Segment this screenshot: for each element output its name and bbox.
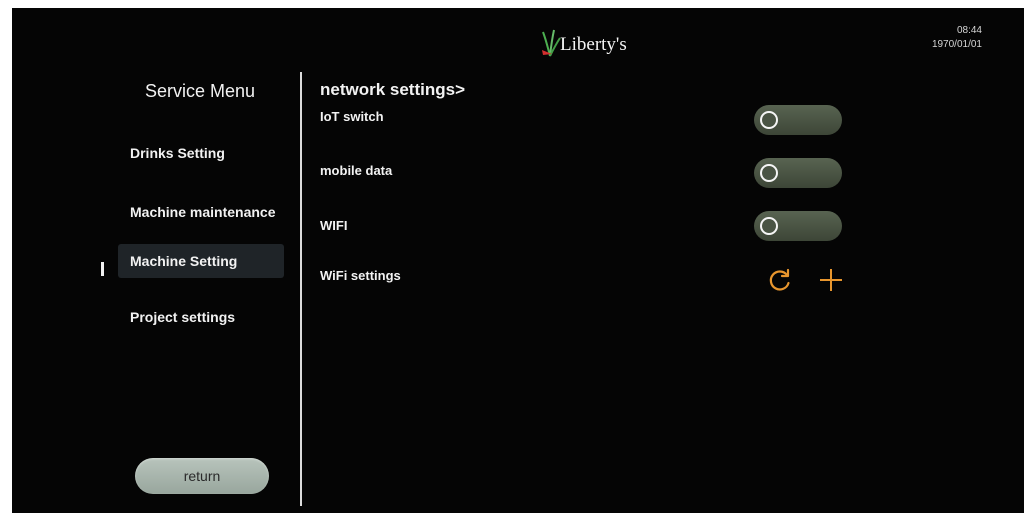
leaf-logo-icon (542, 29, 561, 57)
sidebar-item-machine-maintenance[interactable]: Machine maintenance (118, 195, 284, 229)
toggle-knob (760, 111, 778, 129)
clock-date: 1970/01/01 (931, 39, 982, 50)
toggle-knob (760, 217, 778, 235)
mobile-data-label: mobile data (320, 163, 393, 178)
wifi-settings-label: WiFi settings (320, 268, 401, 283)
sidebar-item-machine-setting[interactable]: Machine Setting (118, 244, 284, 278)
vertical-divider (300, 72, 302, 506)
active-item-marker (101, 262, 104, 276)
section-title: network settings> (320, 80, 466, 99)
sidebar-item-label: Drinks Setting (130, 145, 225, 161)
mobile-data-toggle[interactable] (754, 158, 842, 188)
brand-name: Liberty's (560, 34, 627, 55)
return-button[interactable]: return (135, 458, 269, 494)
sidebar-item-drinks-setting[interactable]: Drinks Setting (118, 136, 284, 170)
sidebar-item-label: Machine maintenance (130, 204, 276, 220)
brand-logo: Liberty's (540, 22, 627, 58)
sidebar-item-label: Machine Setting (130, 253, 238, 269)
wifi-toggle[interactable] (754, 211, 842, 241)
iot-switch-toggle[interactable] (754, 105, 842, 135)
wifi-label: WIFI (320, 218, 348, 233)
clock: 08:44 1970/01/01 (932, 24, 982, 52)
sidebar-item-label: Project settings (130, 309, 236, 325)
plus-icon[interactable] (818, 267, 844, 293)
sidebar-title: Service Menu (145, 81, 256, 101)
toggle-knob (760, 164, 778, 182)
clock-time: 08:44 (956, 25, 982, 36)
iot-switch-label: IoT switch (320, 109, 384, 124)
service-screen: Liberty's 08:44 1970/01/01 Service Menu … (12, 8, 1024, 513)
refresh-icon[interactable] (767, 267, 793, 293)
sidebar-item-project-settings[interactable]: Project settings (118, 300, 284, 334)
